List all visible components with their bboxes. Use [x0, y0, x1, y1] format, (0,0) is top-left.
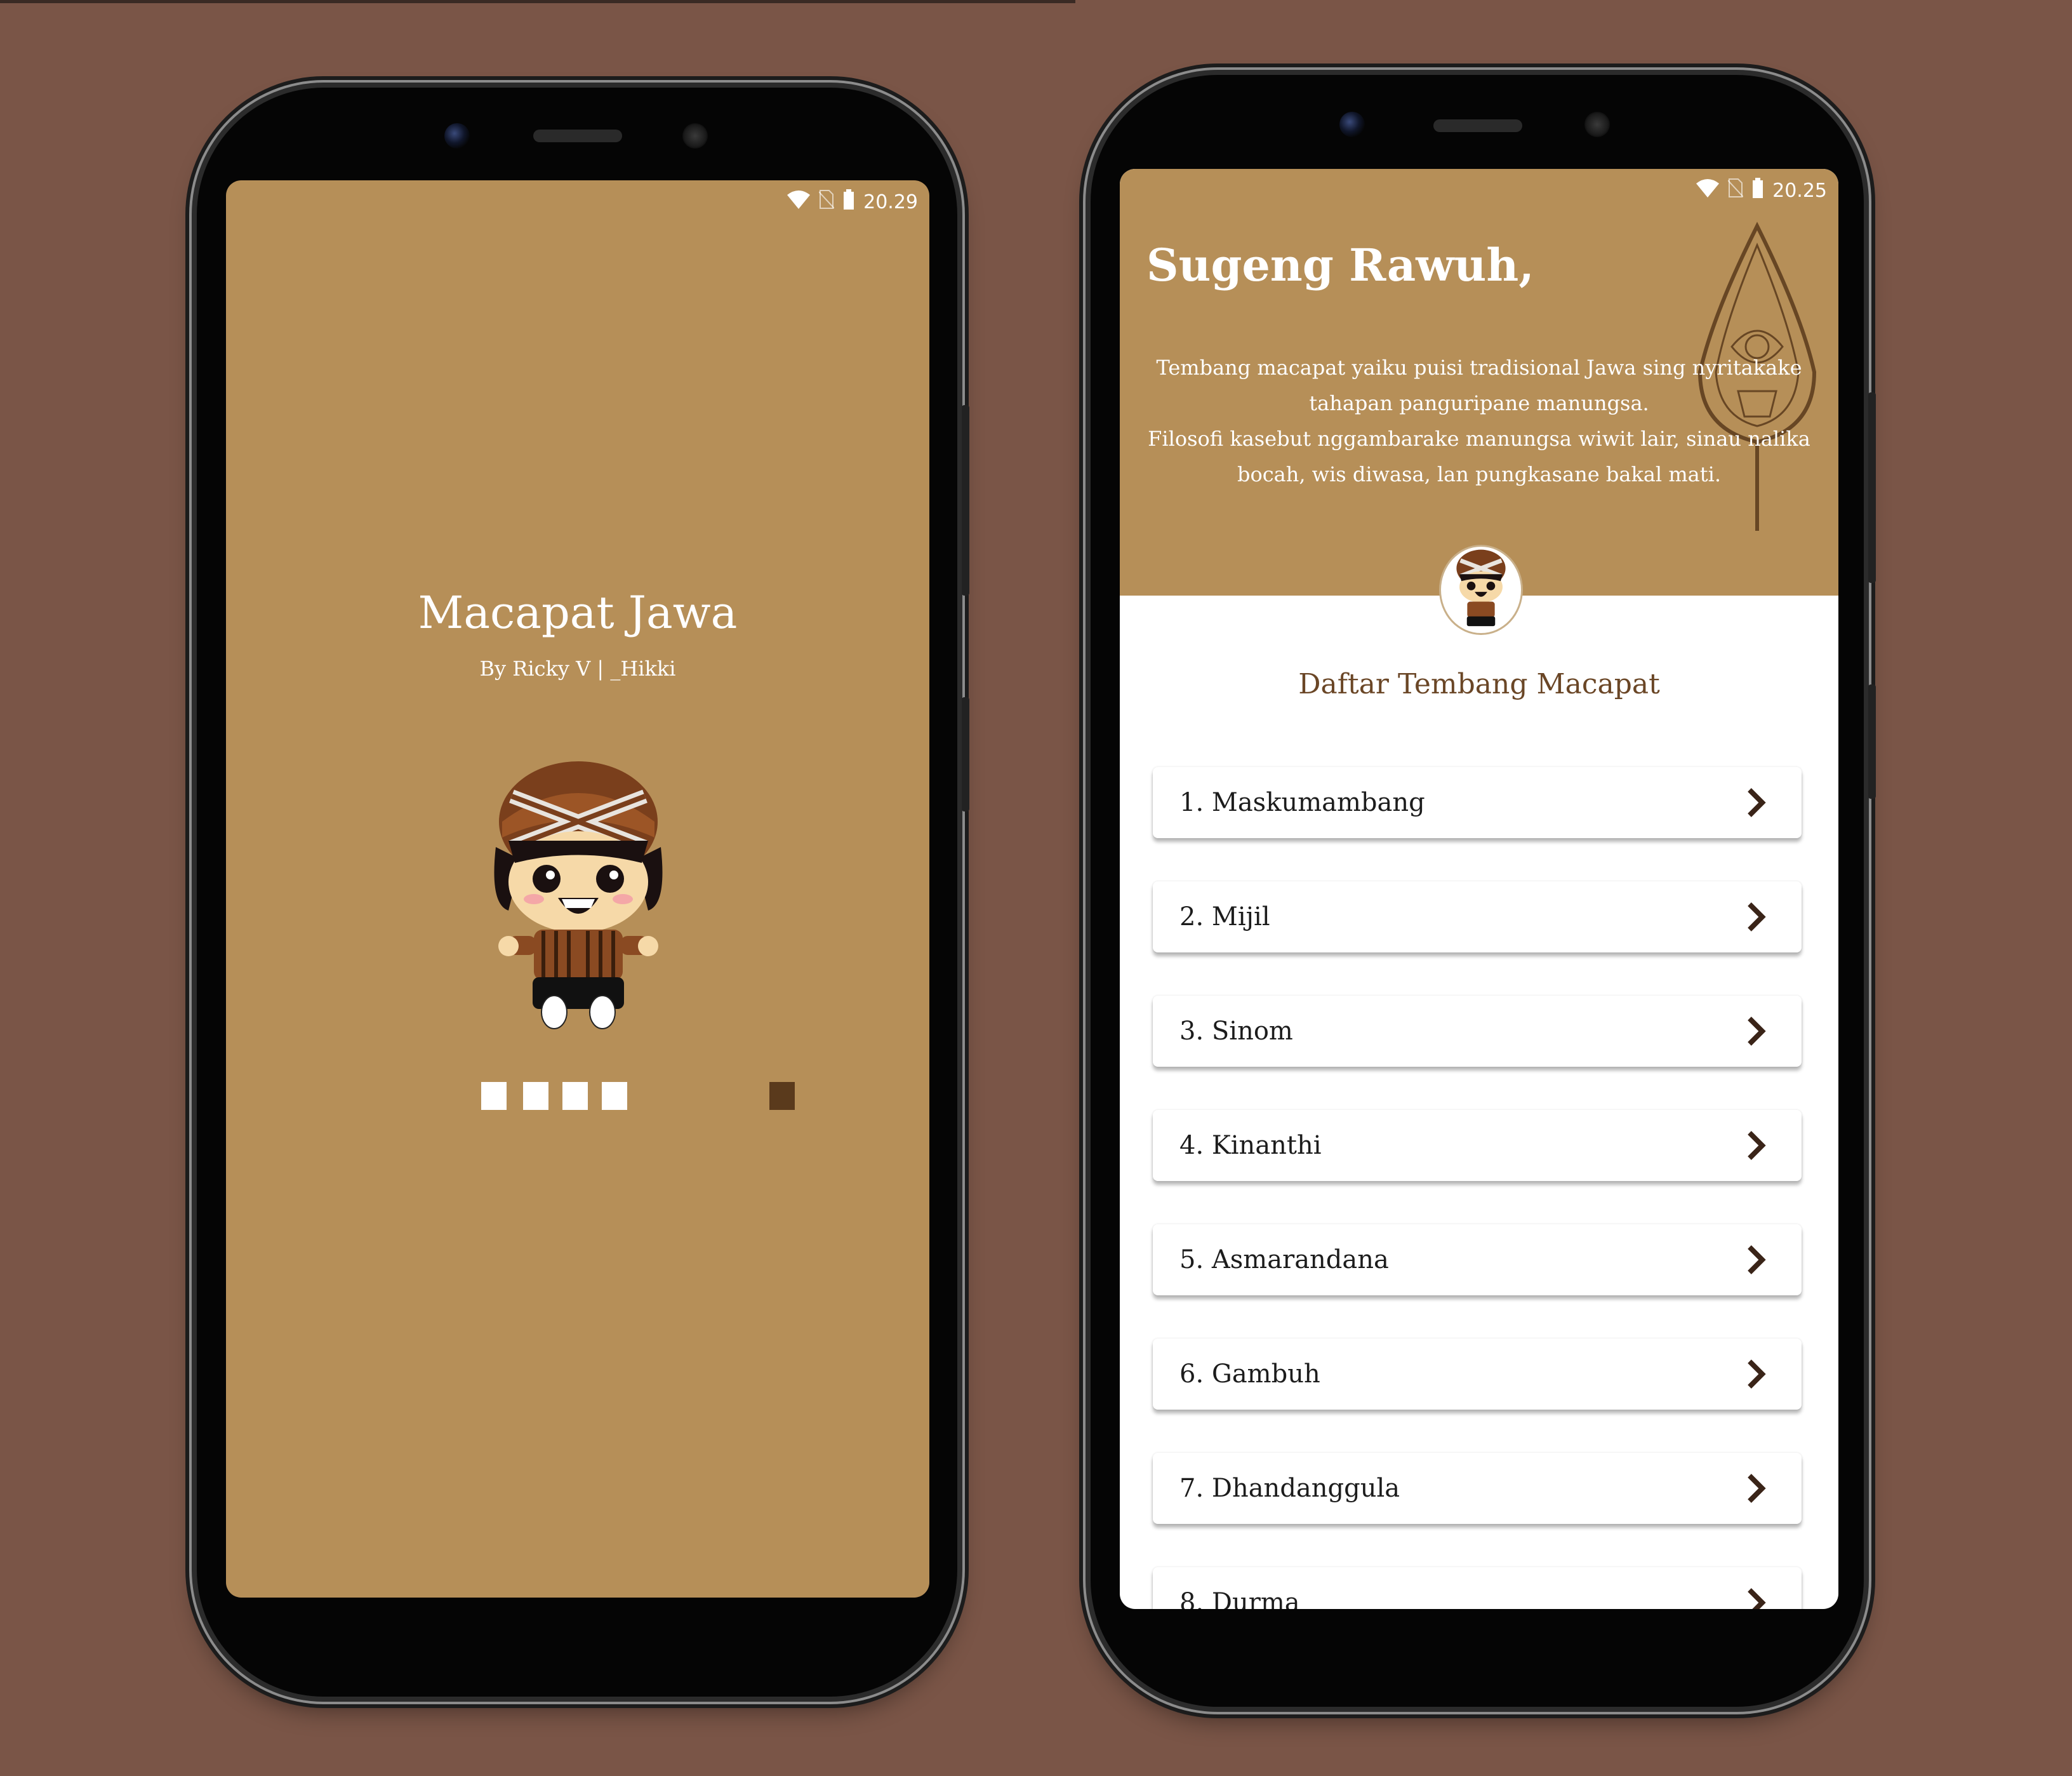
loading-dot	[562, 1082, 588, 1110]
list-item[interactable]: 2. Mijil	[1153, 881, 1802, 952]
home-header: 20.25 Sugeng Rawuh, Tembang macapat yaik…	[1120, 169, 1838, 596]
chevron-right-icon	[1748, 1245, 1766, 1274]
list-item[interactable]: 5. Asmarandana	[1153, 1224, 1802, 1295]
phone-right: 20.25 Sugeng Rawuh, Tembang macapat yaik…	[1091, 75, 1876, 1707]
wifi-icon	[1696, 178, 1720, 203]
list-item[interactable]: 6. Gambuh	[1153, 1339, 1802, 1410]
chevron-right-icon	[1748, 1474, 1766, 1503]
front-camera	[1339, 112, 1365, 137]
no-sim-icon	[1727, 178, 1744, 203]
chevron-right-icon	[1748, 1017, 1766, 1046]
intro-text: Tembang macapat yaiku puisi tradisional …	[1126, 350, 1832, 492]
home-screen: 20.25 Sugeng Rawuh, Tembang macapat yaik…	[1120, 169, 1838, 1609]
power-button	[1868, 684, 1876, 799]
loading-indicator	[226, 1082, 929, 1120]
power-button	[962, 697, 969, 811]
chevron-right-icon	[1748, 1359, 1766, 1389]
chevron-right-icon	[1748, 1131, 1766, 1160]
list-item-label: 6. Gambuh	[1179, 1359, 1320, 1389]
list-item[interactable]: 8. Durma	[1153, 1567, 1802, 1609]
list-item-label: 4. Kinanthi	[1179, 1131, 1322, 1160]
list-item-label: 8. Durma	[1179, 1588, 1300, 1609]
status-bar: 20.29	[787, 189, 918, 215]
list-item-label: 2. Mijil	[1179, 902, 1270, 931]
battery-icon	[843, 189, 854, 215]
proximity-sensor	[682, 123, 708, 149]
chevron-right-icon	[1748, 788, 1766, 817]
mascot-icon	[483, 752, 674, 1031]
intro-line-2: Filosofi kasebut nggambarake manungsa wi…	[1148, 427, 1810, 486]
greeting-heading: Sugeng Rawuh,	[1146, 239, 1534, 291]
front-camera	[444, 123, 470, 149]
proximity-sensor	[1584, 112, 1610, 137]
top-strip	[0, 0, 1075, 3]
list-item[interactable]: 7. Dhandanggula	[1153, 1453, 1802, 1524]
intro-line-1: Tembang macapat yaiku puisi tradisional …	[1156, 356, 1802, 415]
splash-screen: 20.29 Macapat Jawa By Ricky V | _Hikki	[226, 180, 929, 1598]
no-sim-icon	[818, 189, 835, 215]
status-bar: 20.25	[1696, 178, 1827, 203]
list-title: Daftar Tembang Macapat	[1298, 668, 1660, 700]
loading-dot	[523, 1082, 548, 1110]
list-item-label: 3. Sinom	[1179, 1017, 1293, 1046]
avatar	[1439, 545, 1523, 635]
loading-dot	[481, 1082, 507, 1110]
loading-dot	[602, 1082, 627, 1110]
status-time: 20.29	[863, 190, 918, 213]
list-item-label: 1. Maskumambang	[1179, 788, 1425, 817]
volume-button	[962, 405, 969, 596]
earpiece-speaker	[533, 130, 622, 142]
list-item[interactable]: 3. Sinom	[1153, 996, 1802, 1067]
wifi-icon	[787, 190, 811, 214]
volume-button	[1868, 392, 1876, 583]
phone-left: 20.29 Macapat Jawa By Ricky V | _Hikki	[197, 88, 969, 1697]
status-time: 20.25	[1772, 179, 1827, 202]
app-author: By Ricky V | _Hikki	[479, 657, 676, 681]
list-item[interactable]: 1. Maskumambang	[1153, 767, 1802, 838]
list-item-label: 5. Asmarandana	[1179, 1245, 1389, 1274]
list-item[interactable]: 4. Kinanthi	[1153, 1110, 1802, 1181]
chevron-right-icon	[1748, 1588, 1766, 1609]
battery-icon	[1752, 178, 1763, 203]
app-title: Macapat Jawa	[418, 587, 738, 639]
loading-dot-active	[769, 1082, 795, 1110]
earpiece-speaker	[1433, 119, 1522, 132]
list-item-label: 7. Dhandanggula	[1179, 1474, 1400, 1503]
chevron-right-icon	[1748, 902, 1766, 931]
